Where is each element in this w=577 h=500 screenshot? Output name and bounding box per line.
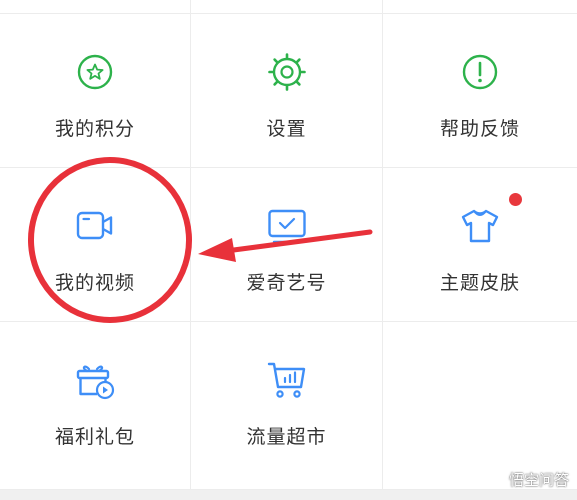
menu-item-help-feedback[interactable]: 帮助反馈 bbox=[383, 14, 577, 168]
shopping-cart-icon bbox=[267, 362, 305, 398]
menu-item-my-points[interactable]: 我的积分 bbox=[0, 14, 191, 168]
menu-item-iqiyi-account[interactable]: 爱奇艺号 bbox=[191, 168, 383, 322]
info-exclamation-icon bbox=[462, 54, 498, 90]
menu-item-theme-skin[interactable]: 主题皮肤 bbox=[383, 168, 577, 322]
grid-top-spacer bbox=[383, 0, 577, 14]
gear-icon bbox=[267, 53, 306, 91]
menu-item-label: 爱奇艺号 bbox=[246, 272, 327, 294]
chat-bubble-icon bbox=[487, 471, 505, 488]
menu-item-my-videos[interactable]: 我的视频 bbox=[0, 168, 191, 322]
menu-item-label: 我的积分 bbox=[54, 118, 135, 140]
menu-item-label: 福利礼包 bbox=[54, 426, 135, 448]
menu-item-label: 我的视频 bbox=[54, 272, 135, 294]
menu-item-data-supermarket[interactable]: 流量超市 bbox=[191, 322, 383, 490]
grid-top-spacer bbox=[0, 0, 191, 14]
menu-item-welfare-gift[interactable]: 福利礼包 bbox=[0, 322, 191, 490]
checked-screen-icon bbox=[267, 209, 306, 244]
menu-item-label: 主题皮肤 bbox=[439, 272, 520, 294]
watermark: 悟空问答 bbox=[487, 469, 569, 490]
video-camera-icon bbox=[76, 211, 113, 240]
grid-top-spacer bbox=[191, 0, 383, 14]
menu-item-settings[interactable]: 设置 bbox=[191, 14, 383, 168]
new-badge-dot bbox=[509, 193, 522, 206]
menu-item-label: 流量超市 bbox=[246, 426, 327, 448]
menu-item-label: 帮助反馈 bbox=[439, 118, 520, 140]
grid-empty-cell bbox=[383, 322, 577, 490]
menu-item-label: 设置 bbox=[266, 118, 307, 140]
watermark-text: 悟空问答 bbox=[508, 471, 569, 489]
gift-play-icon bbox=[76, 365, 115, 400]
bottom-divider bbox=[0, 490, 577, 500]
menu-grid: 我的积分 设置 帮助反馈 我的视频 爱奇艺号 主题皮肤 福利礼包 流量超市 bbox=[0, 0, 577, 490]
star-coin-icon bbox=[77, 54, 113, 90]
tshirt-icon bbox=[461, 209, 499, 243]
